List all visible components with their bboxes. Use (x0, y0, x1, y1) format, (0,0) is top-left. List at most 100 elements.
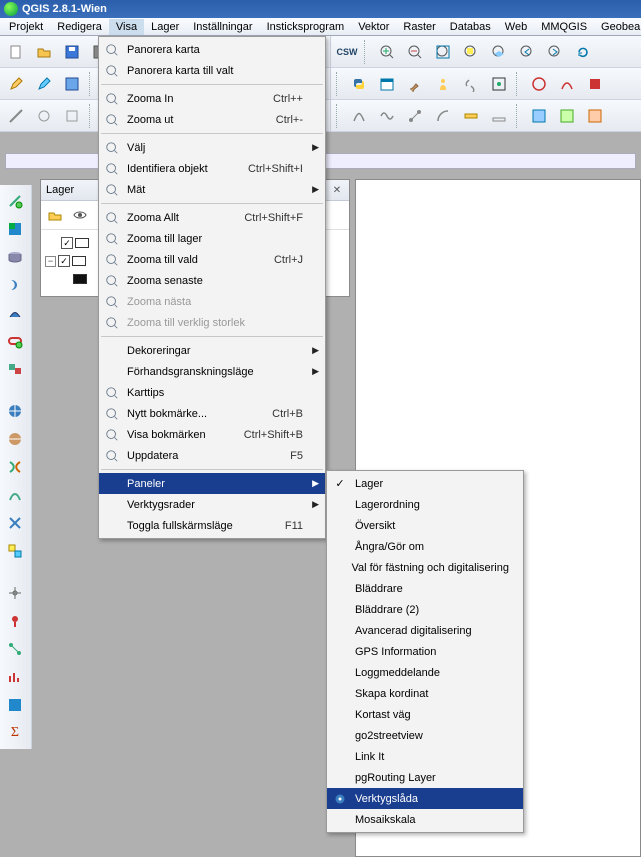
menu-item[interactable]: UppdateraF5 (99, 445, 325, 466)
layer-visibility-button[interactable] (69, 204, 91, 226)
checkbox-icon[interactable]: ✓ (61, 237, 73, 249)
brush-button[interactable] (402, 71, 428, 97)
menu-item[interactable]: Zooma InCtrl++ (99, 88, 325, 109)
grid-b[interactable] (554, 103, 580, 129)
menu-raster[interactable]: Raster (396, 19, 442, 35)
grid-c[interactable] (582, 103, 608, 129)
menu-item[interactable]: Zooma till valdCtrl+J (99, 249, 325, 270)
submenu-item[interactable]: go2streetview (327, 725, 523, 746)
curve-tool[interactable] (346, 103, 372, 129)
add-csv-button[interactable] (3, 455, 27, 479)
menu-item[interactable]: Zooma till lager (99, 228, 325, 249)
checkbox-icon[interactable]: ✓ (58, 255, 70, 267)
tool-c[interactable] (582, 71, 608, 97)
menu-lager[interactable]: Lager (144, 19, 186, 35)
menu-item[interactable]: Zooma senaste (99, 270, 325, 291)
submenu-item[interactable]: Ångra/Gör om (327, 536, 523, 557)
link-button[interactable] (458, 71, 484, 97)
add-delimited-button[interactable] (3, 483, 27, 507)
measure-tool[interactable] (458, 103, 484, 129)
submenu-item[interactable]: Skapa kordinat (327, 683, 523, 704)
new-project-button[interactable] (3, 39, 29, 65)
gps-button[interactable] (3, 609, 27, 633)
add-wfs-button[interactable] (3, 427, 27, 451)
submenu-item[interactable]: Lagerordning (327, 494, 523, 515)
add-wcs-button[interactable] (3, 399, 27, 423)
collapse-icon[interactable]: − (45, 256, 56, 267)
zoom-next-button[interactable] (542, 39, 568, 65)
submenu-item[interactable]: ✓Lager (327, 473, 523, 494)
add-postgis-button[interactable] (3, 245, 27, 269)
edit-button[interactable] (3, 71, 29, 97)
add-mssql-button[interactable] (3, 301, 27, 325)
calendar-button[interactable] (374, 71, 400, 97)
menu-visa[interactable]: Visa (109, 19, 144, 35)
menu-item[interactable]: Panorera karta till valt (99, 60, 325, 81)
menu-databas[interactable]: Databas (443, 19, 498, 35)
add-wms-button[interactable] (3, 357, 27, 381)
add-raster-button[interactable] (3, 217, 27, 241)
menu-item[interactable]: Mät▶ (99, 179, 325, 200)
submenu-item[interactable]: Översikt (327, 515, 523, 536)
chart-button[interactable] (3, 693, 27, 717)
menu-item[interactable]: Nytt bokmärke...Ctrl+B (99, 403, 325, 424)
menu-insticksprogram[interactable]: Insticksprogram (260, 19, 352, 35)
menu-vektor[interactable]: Vektor (351, 19, 396, 35)
menu-item[interactable]: Paneler▶ (99, 473, 325, 494)
snap-button[interactable] (31, 103, 57, 129)
add-oracle-button[interactable] (3, 329, 27, 353)
grid-a[interactable] (526, 103, 552, 129)
menu-item[interactable]: Zooma utCtrl+- (99, 109, 325, 130)
submenu-item[interactable]: Loggmeddelande (327, 662, 523, 683)
submenu-item[interactable]: Val för fästning och digitalisering (327, 557, 523, 578)
menu-item[interactable]: Förhandsgranskningsläge▶ (99, 361, 325, 382)
submenu-item[interactable]: Mosaikskala (327, 809, 523, 830)
save-project-button[interactable] (59, 39, 85, 65)
menu-redigera[interactable]: Redigera (50, 19, 109, 35)
menu-geobearbetning[interactable]: Geobearbetning (594, 19, 641, 35)
menu-item[interactable]: Visa bokmärkenCtrl+Shift+B (99, 424, 325, 445)
submenu-item[interactable]: Avancerad digitalisering (327, 620, 523, 641)
menu-web[interactable]: Web (498, 19, 534, 35)
submenu-item[interactable]: Bläddrare (2) (327, 599, 523, 620)
python-button[interactable] (346, 71, 372, 97)
menu-item[interactable]: Zooma AlltCtrl+Shift+F (99, 207, 325, 228)
wave-tool[interactable] (374, 103, 400, 129)
open-project-button[interactable] (31, 39, 57, 65)
layer-add-group-button[interactable] (44, 204, 66, 226)
refresh-button[interactable] (570, 39, 596, 65)
add-vector-button[interactable] (3, 189, 27, 213)
zoom-full-button[interactable] (430, 39, 456, 65)
node-tool-button[interactable] (3, 103, 29, 129)
target-button[interactable] (486, 71, 512, 97)
menu-item[interactable]: Välj▶ (99, 137, 325, 158)
menu-item[interactable]: Karttips (99, 382, 325, 403)
route-button[interactable] (3, 637, 27, 661)
menu-item[interactable]: Panorera karta (99, 39, 325, 60)
ruler-tool[interactable] (486, 103, 512, 129)
submenu-item[interactable]: Verktygslåda (327, 788, 523, 809)
sum-button[interactable]: Σ (3, 721, 27, 745)
submenu-item[interactable]: Link It (327, 746, 523, 767)
arc-tool[interactable] (430, 103, 456, 129)
menu-item[interactable]: Dekoreringar▶ (99, 340, 325, 361)
zoom-last-button[interactable] (514, 39, 540, 65)
submenu-item[interactable]: GPS Information (327, 641, 523, 662)
csw-button[interactable]: CSW (334, 39, 360, 65)
zoom-in-button[interactable] (374, 39, 400, 65)
coord-capture-button[interactable] (3, 581, 27, 605)
graph-button[interactable] (3, 665, 27, 689)
edit-save-button[interactable] (31, 71, 57, 97)
zoom-sel-button[interactable] (458, 39, 484, 65)
menu-projekt[interactable]: Projekt (2, 19, 50, 35)
add-spatialite-button[interactable] (3, 273, 27, 297)
menu-inställningar[interactable]: Inställningar (186, 19, 259, 35)
submenu-item[interactable]: pgRouting Layer (327, 767, 523, 788)
menu-item[interactable]: Verktygsrader▶ (99, 494, 325, 515)
add-virtual-button[interactable] (3, 511, 27, 535)
zoom-layer-button[interactable] (486, 39, 512, 65)
menu-item[interactable]: Toggla fullskärmslägeF11 (99, 515, 325, 536)
node-tool2[interactable] (402, 103, 428, 129)
menu-mmqgis[interactable]: MMQGIS (534, 19, 594, 35)
shape-button[interactable] (59, 103, 85, 129)
